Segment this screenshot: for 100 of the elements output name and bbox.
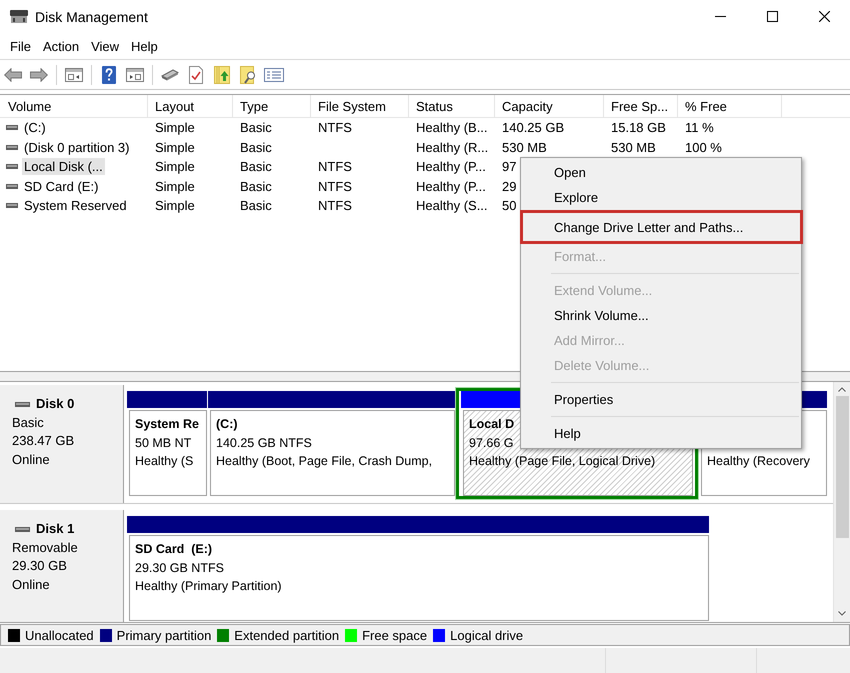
- disk-name: Disk 0: [36, 395, 74, 413]
- column-header[interactable]: % Free: [678, 95, 782, 117]
- drive-icon: [6, 125, 18, 130]
- list-item[interactable]: System Reserved: [22, 197, 129, 214]
- table-cell: Basic: [240, 120, 272, 136]
- arrow-right-icon[interactable]: [30, 68, 48, 82]
- column-header[interactable]: Capacity: [495, 95, 604, 117]
- disk-status: Online: [12, 450, 51, 468]
- document-check-icon[interactable]: [189, 66, 203, 84]
- legend-label: Free space: [362, 628, 428, 642]
- partition-status: Healthy (Primary Partition): [135, 579, 282, 593]
- drive-icon: [15, 526, 30, 532]
- legend-label: Unallocated: [25, 628, 94, 642]
- disk-size: 238.47 GB: [12, 432, 76, 450]
- window-pane-icon[interactable]: [65, 68, 83, 82]
- table-cell: 530 MB: [502, 140, 547, 155]
- disk-type: Basic: [12, 414, 45, 432]
- scrollbar-thumb[interactable]: [836, 396, 848, 538]
- legend-label: Primary partition: [116, 628, 212, 642]
- partition-status: Healthy (Recovery: [707, 454, 810, 468]
- table-cell: 140.25 GB: [502, 120, 564, 136]
- drive-icon: [6, 164, 18, 170]
- partition-status: Healthy (S: [135, 454, 194, 468]
- partition-name: System Re: [135, 417, 199, 431]
- window-pane-icon[interactable]: [126, 68, 144, 82]
- column-header[interactable]: Status: [409, 95, 495, 117]
- table-cell: Basic: [240, 159, 272, 174]
- table-cell: NTFS: [318, 120, 352, 136]
- maximize-icon[interactable]: [766, 11, 778, 22]
- table-cell: 15.18 GB: [611, 120, 666, 136]
- menu-item[interactable]: Explore: [521, 185, 801, 210]
- menu-bar-item[interactable]: Action: [36, 37, 86, 57]
- partition-name: Local D: [469, 417, 514, 431]
- minimize-icon[interactable]: [714, 16, 726, 17]
- partition-panel[interactable]: SD Card (E:) 29.30 GB NTFS Healthy (Primary Partition): [129, 535, 709, 621]
- list-item[interactable]: SD Card (E:): [22, 178, 100, 195]
- table-cell: Simple: [155, 198, 195, 214]
- scroll-down-icon[interactable]: [838, 611, 846, 616]
- partition-size: 29.30 GB NTFS: [135, 560, 224, 574]
- table-cell: Simple: [155, 140, 195, 155]
- drive-icon: [15, 402, 30, 407]
- partition-status: Healthy (Boot, Page File, Crash Dump,: [216, 454, 432, 468]
- table-cell: Healthy (S...: [416, 198, 488, 214]
- document-search-icon[interactable]: [240, 66, 256, 84]
- drive-icon: [6, 203, 18, 208]
- list-item[interactable]: (C:): [22, 119, 48, 136]
- menu-item[interactable]: Open: [521, 160, 801, 185]
- disk-type: Removable: [12, 538, 79, 556]
- partition-size: 50 MB NT: [135, 436, 192, 450]
- window-title: Disk Management: [35, 8, 148, 24]
- close-icon[interactable]: [818, 11, 830, 22]
- table-cell: Basic: [240, 140, 272, 155]
- table-cell: Healthy (P...: [416, 159, 486, 174]
- table-cell: 97: [502, 159, 516, 174]
- table-cell: NTFS: [318, 159, 352, 174]
- column-header[interactable]: Volume: [0, 95, 148, 117]
- table-cell: Healthy (R...: [416, 140, 488, 155]
- list-item[interactable]: Local Disk (...: [22, 158, 105, 176]
- menu-bar-item[interactable]: Help: [125, 37, 164, 57]
- list-item[interactable]: (Disk 0 partition 3): [22, 138, 132, 156]
- legend-label: Extended partition: [234, 628, 340, 642]
- menu-bar-item[interactable]: File: [4, 37, 37, 57]
- table-cell: 29: [502, 178, 516, 194]
- disk-name: Disk 1: [36, 520, 74, 538]
- partition-panel[interactable]: System Re 50 MB NT Healthy (S: [129, 410, 207, 496]
- table-cell: NTFS: [318, 178, 352, 194]
- menu-bar-item[interactable]: View: [85, 37, 126, 57]
- legend-label: Logical drive: [450, 628, 524, 642]
- partition-name: (C:): [216, 417, 238, 431]
- table-cell: Basic: [240, 198, 272, 214]
- table-cell: 100 %: [685, 140, 722, 155]
- column-header[interactable]: Free Sp...: [604, 95, 678, 117]
- disk-drive-icon: [9, 9, 29, 24]
- drive-icon: [6, 184, 18, 189]
- column-header[interactable]: File System: [311, 95, 409, 117]
- scrollbar[interactable]: [833, 382, 850, 622]
- disk-size: 29.30 GB: [12, 557, 68, 575]
- partition-size: 140.25 GB NTFS: [216, 436, 312, 450]
- table-cell: NTFS: [318, 198, 352, 214]
- partition-size: 97.66 G: [469, 436, 514, 450]
- table-cell: Healthy (B...: [416, 120, 488, 136]
- table-cell: Simple: [155, 159, 195, 174]
- table-cell: 530 MB: [611, 140, 656, 155]
- column-header[interactable]: Layout: [148, 95, 233, 117]
- arrow-left-icon[interactable]: [4, 68, 22, 82]
- table-cell: Simple: [155, 178, 195, 194]
- scroll-up-icon[interactable]: [838, 387, 846, 392]
- drive-icon[interactable]: [161, 68, 179, 82]
- menu-item[interactable]: Change Drive Letter and Paths...: [520, 210, 803, 244]
- table-cell: Basic: [240, 178, 272, 194]
- table-cell: 50: [502, 198, 516, 214]
- list-icon[interactable]: [264, 68, 284, 82]
- partition-panel[interactable]: (C:) 140.25 GB NTFS Healthy (Boot, Page File, Crash Dump,: [210, 410, 455, 496]
- column-header[interactable]: Type: [233, 95, 311, 117]
- table-cell: Simple: [155, 120, 195, 136]
- menu-item[interactable]: Properties: [521, 387, 801, 412]
- help-icon[interactable]: [102, 66, 116, 84]
- drive-icon: [6, 144, 18, 150]
- menu-item[interactable]: Shrink Volume...: [521, 303, 801, 328]
- partition-status: Healthy (Page File, Logical Drive): [469, 454, 656, 468]
